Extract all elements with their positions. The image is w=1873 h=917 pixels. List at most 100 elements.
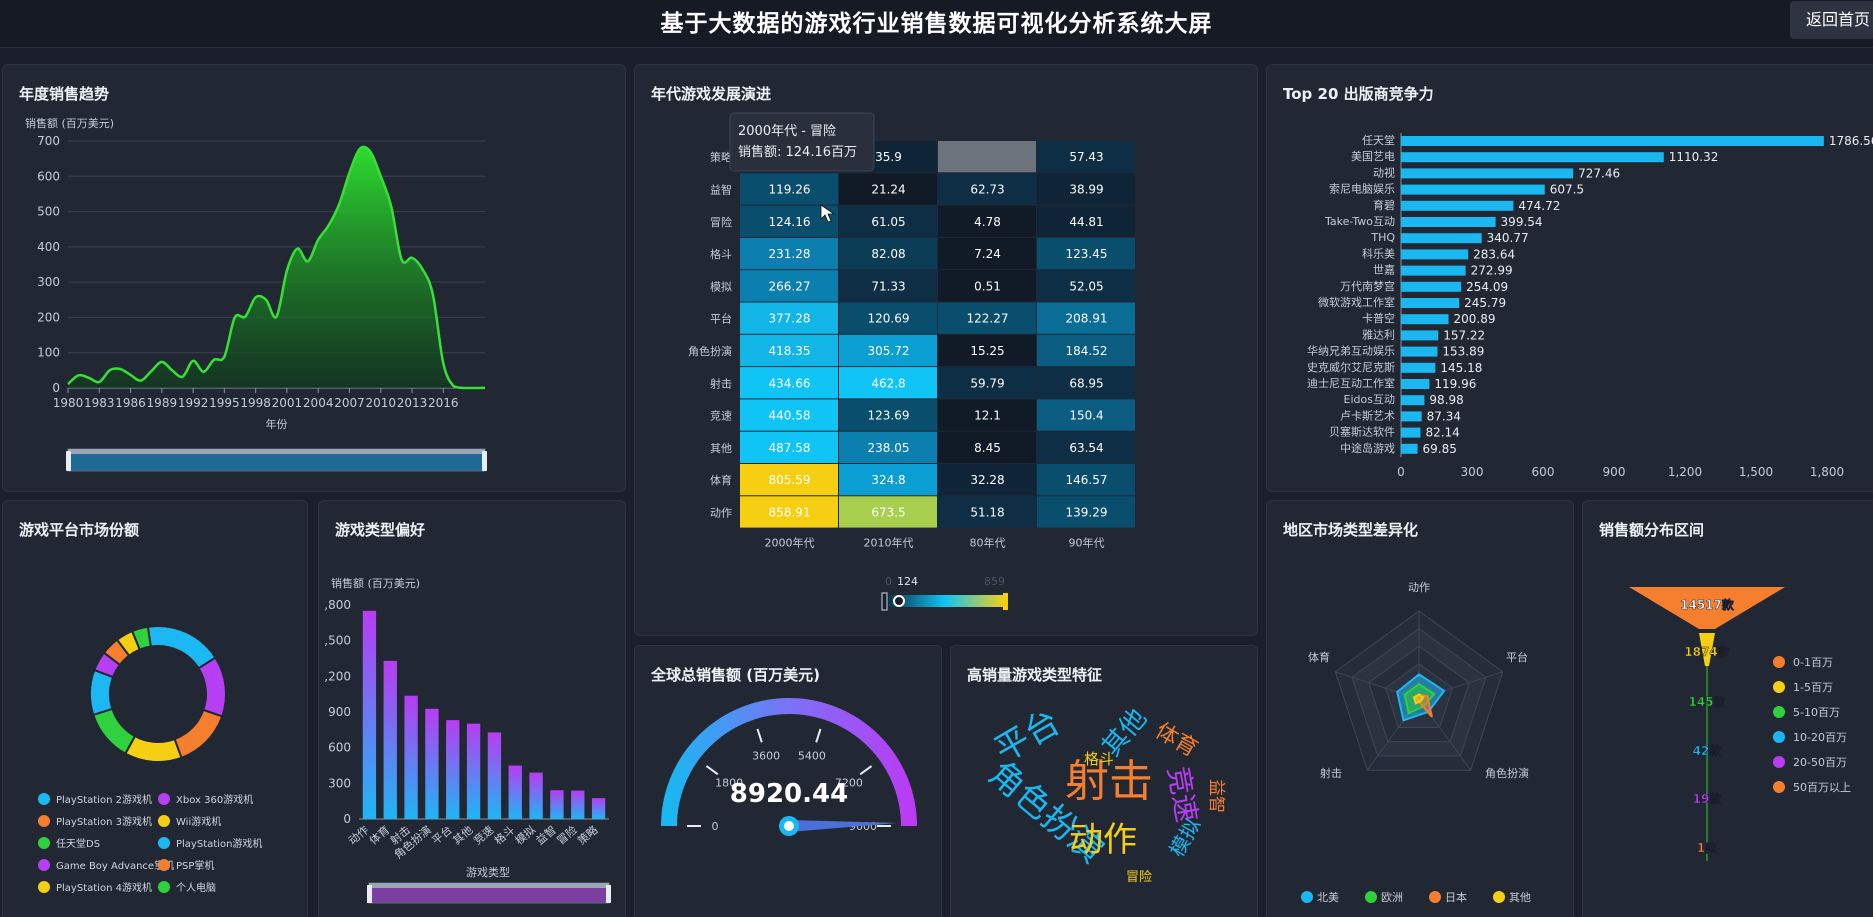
legend-label: PlayStation 4游戏机 [56, 881, 152, 894]
x-tick-label: 1,200 [1668, 465, 1702, 479]
gauge-tick-label: 3600 [752, 750, 780, 763]
heatmap-chart[interactable]: 策略 35.9 57.43 益智 119.26 21.24 62.73 38.99 冒险 124.… [635, 65, 1258, 636]
publisher-chart[interactable]: 0 300 600 900 1,200 1,500 1,800 任天堂 1786.56 美国艺电 1… [1267, 65, 1873, 492]
y-category-label: Take-Two互动 [1324, 215, 1395, 228]
platform-chart[interactable]: PlayStation 2游戏机 Xbox 360游戏机 PlayStation 3… [3, 501, 308, 917]
y-category-label: 科乐美 [1362, 246, 1395, 260]
x-tick-label: 1,500 [1739, 465, 1773, 479]
legend-dot [38, 793, 50, 805]
row-label: 格斗 [710, 247, 732, 261]
bar [425, 708, 439, 819]
bar-label: 145.18 [1440, 361, 1482, 375]
legend-dot [1773, 656, 1785, 668]
legend-dot [1773, 681, 1785, 693]
y-category-label: 美国艺电 [1351, 150, 1395, 163]
wordcloud-chart[interactable]: 射击角色扮演动作平台竞速其他体育格斗模拟益智冒险 [951, 646, 1258, 917]
home-button[interactable]: 返回首页 [1790, 1, 1873, 39]
legend-label: Xbox 360游戏机 [176, 793, 253, 806]
panel-funnel: 销售额分布区间 14517款 1874款 145款 42款 19款 1款 0-1百万 1-5百… [1582, 500, 1873, 917]
funnel-label: 42款 [1693, 743, 1723, 758]
legend-dot [1493, 891, 1505, 903]
panel-title: 年度销售趋势 [19, 85, 110, 103]
x-tick-label: 2016 [428, 396, 459, 410]
row-label: 平台 [710, 312, 732, 326]
bar [571, 790, 585, 819]
word: 动作 [1069, 820, 1137, 860]
bar-label: 474.72 [1518, 199, 1560, 213]
panel-title: Top 20 出版商竞争力 [1283, 85, 1434, 103]
bar [404, 695, 418, 819]
legend-dot [38, 815, 50, 827]
legend-dot [1773, 756, 1785, 768]
legend-label: 0-1百万 [1793, 656, 1833, 669]
legend-label: Game Boy Advance掌机 [56, 859, 174, 872]
zoom-handle-left [66, 451, 71, 471]
bar-label: 727.46 [1578, 166, 1620, 180]
funnel-chart[interactable]: 14517款 1874款 145款 42款 19款 1款 0-1百万 1-5百万 5-10百万 1… [1583, 501, 1873, 917]
word: 体育 [1151, 719, 1202, 763]
legend-dot [38, 859, 50, 871]
zoom-handle-right [482, 451, 487, 471]
y-category-label: 华纳兄弟互动娱乐 [1307, 344, 1395, 358]
genre-chart[interactable]: 销售额 (百万美元),800,500,2009006003000动作体育射击角色… [319, 501, 626, 917]
y-category-label: 微软游戏工作室 [1318, 295, 1395, 309]
y-tick-label: 400 [37, 240, 60, 254]
gauge-tick-label: 5400 [798, 750, 826, 763]
legend-label: PlayStation 2游戏机 [56, 793, 152, 806]
legend-label: PlayStation 3游戏机 [56, 815, 152, 828]
cell-value: 0.51 [974, 279, 1001, 293]
cell-value: 305.72 [868, 344, 910, 358]
y-category-label: 世嘉 [1373, 263, 1395, 277]
y-category-label: 雅达利 [1362, 327, 1395, 341]
x-tick-label: 900 [1603, 465, 1626, 479]
funnel-label: 14517款 [1680, 597, 1735, 612]
zoom-slider-top [68, 449, 485, 454]
cell-value: 440.58 [769, 409, 811, 423]
legend-dot [158, 859, 170, 871]
cell-value: 57.43 [1069, 150, 1103, 164]
row-label: 竞速 [710, 409, 732, 423]
y-category-label: 卡普空 [1362, 311, 1395, 325]
funnel-label: 145款 [1688, 694, 1726, 709]
radar-indicator: 射击 [1320, 766, 1342, 780]
visual-map-indicator [893, 595, 905, 607]
legend-dot [1365, 891, 1377, 903]
y-category-label: Eidos互动 [1344, 393, 1395, 406]
cell-value: 12.1 [974, 409, 1001, 423]
cell-value: 82.08 [871, 247, 905, 261]
visual-map-max: 859 [984, 575, 1005, 588]
y-tick-label: ,800 [324, 598, 351, 612]
trend-chart[interactable]: 销售额 (百万美元) 0 100 200 300 400 500 600 700 1980 1983… [3, 65, 626, 492]
row-label: 模拟 [710, 279, 732, 293]
radar-chart[interactable]: 动作平台角色扮演 射击 体育北美 欧洲 日本 其他 [1267, 501, 1574, 917]
word: 竞速 [1161, 764, 1203, 825]
legend-dot [1429, 891, 1441, 903]
cell-value: 38.99 [1069, 182, 1103, 196]
bar-label: 1110.32 [1669, 150, 1719, 164]
row-label: 动作 [710, 506, 732, 519]
gauge-center-dot [784, 821, 794, 831]
bar-label: 272.99 [1471, 264, 1513, 278]
x-tick-label: 2010 [365, 396, 396, 410]
panel-gauge: 全球总销售额 (百万美元) 0 1800 3600 5400 7200 9000 8920.… [634, 645, 942, 917]
legend-label: 北美 [1317, 891, 1339, 904]
x-tick-label: 体育 [366, 823, 392, 848]
cell-value: 62.73 [970, 182, 1004, 196]
donut-slice [92, 707, 137, 756]
gauge-chart[interactable]: 018003600 5400720090008920.44 [635, 646, 942, 917]
bar [1401, 281, 1462, 292]
cell-value: 146.57 [1066, 473, 1108, 487]
cell-value: 15.25 [970, 344, 1004, 358]
cell-value: 184.52 [1066, 344, 1108, 358]
bar-label: 153.89 [1442, 345, 1484, 359]
bar [1401, 152, 1664, 163]
bar-label: 254.09 [1466, 280, 1508, 294]
x-tick-label: 策略 [575, 823, 601, 848]
row-label: 角色扮演 [688, 344, 732, 358]
bar-label: 69.85 [1423, 442, 1457, 456]
legend-label: 50百万以上 [1793, 781, 1851, 794]
panel-heat: 年代游戏发展演进 策略 35.9 57.43 益智 119.26 21.24 62.73 38… [634, 64, 1258, 636]
col-label: 80年代 [970, 536, 1006, 550]
radar-indicator: 体育 [1308, 650, 1330, 664]
panel-title: 销售额分布区间 [1599, 521, 1705, 539]
